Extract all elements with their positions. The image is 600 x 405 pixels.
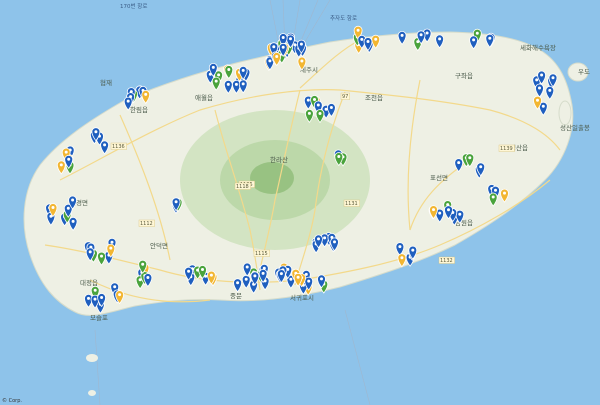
place-label: 구좌읍 xyxy=(455,71,473,80)
place-label: 애월읍 xyxy=(195,93,213,102)
place-label: 성산일출봉 xyxy=(560,123,590,132)
road-number-label: 1132 xyxy=(440,258,453,264)
road-number-label: 1131 xyxy=(345,201,358,207)
road-number-label: 1115 xyxy=(255,251,268,257)
place-label: 모슬포 xyxy=(90,313,108,322)
place-label: 표선면 xyxy=(430,173,448,182)
map-view[interactable]: 한림읍 애월읍 제주시 조천읍 구좌읍 한경면 안덕면 대정읍 서귀포시 남원읍 표선면 성산읍 한라산… xyxy=(0,0,600,405)
place-label: 중문 xyxy=(230,292,242,300)
hallasan-peak xyxy=(250,162,294,194)
road-number-label: 1136 xyxy=(112,144,125,150)
seongsan-peninsula xyxy=(558,100,572,126)
place-label: 서귀포시 xyxy=(290,293,314,302)
place-label: 안덕면 xyxy=(150,241,168,250)
place-label: 대정읍 xyxy=(80,278,98,287)
road-number-label: 1139 xyxy=(500,146,513,152)
place-label: 우도 xyxy=(578,68,590,76)
sea-route-label: 추자도 항로 xyxy=(330,14,357,22)
map-canvas[interactable]: 한림읍애월읍제주시조천읍구좌읍한경면안덕면대정읍서귀포시남원읍표선면성산읍한라산… xyxy=(0,0,600,405)
road-number-label: 1112 xyxy=(140,221,153,227)
road-number-label: 1118 xyxy=(236,184,249,190)
mara-island xyxy=(88,390,96,396)
place-label: 세화해수욕장 xyxy=(520,43,556,52)
road-number-label: 97 xyxy=(342,94,348,100)
place-label: 한라산 xyxy=(270,155,288,164)
place-label: 협재 xyxy=(100,78,112,87)
place-label: 한림읍 xyxy=(130,106,148,114)
place-label: 조천읍 xyxy=(365,93,383,102)
gapa-island xyxy=(86,354,98,362)
map-credit: © Corp. xyxy=(2,398,22,404)
sea-route-label: 170번 항로 xyxy=(120,2,147,10)
